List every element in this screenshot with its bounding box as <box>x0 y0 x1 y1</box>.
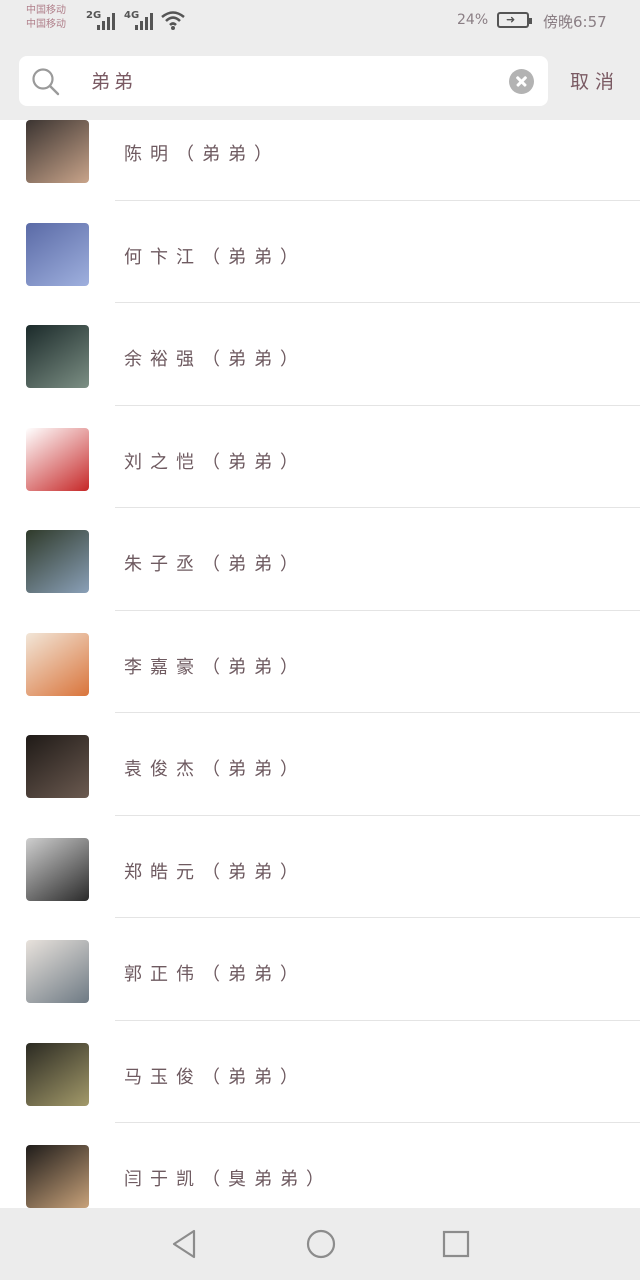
contact-name: 何卞江（弟弟） <box>124 246 306 268</box>
back-triangle-icon[interactable] <box>170 1228 198 1260</box>
contact-row[interactable]: 陈明（弟弟） <box>0 120 640 201</box>
avatar <box>26 632 89 696</box>
carrier-labels: 中国移动 中国移动 <box>26 4 66 32</box>
clock: 傍晚6:57 <box>543 13 607 31</box>
contact-row[interactable]: 刘之恺（弟弟） <box>0 406 640 508</box>
contact-name: 闫于凯（臭弟弟） <box>124 1169 332 1190</box>
avatar <box>26 1042 89 1106</box>
avatar <box>26 427 89 491</box>
avatar <box>26 1145 89 1208</box>
status-bar: 中国移动 中国移动 2G 4G 24% ➜ 傍晚6:57 <box>0 0 640 42</box>
contact-name: 余裕强（弟弟） <box>124 349 306 370</box>
search-icon <box>32 68 60 96</box>
signal-bars-icon <box>135 12 153 30</box>
home-circle-icon[interactable] <box>305 1228 337 1260</box>
carrier-top: 中国移动 <box>26 5 66 16</box>
avatar <box>26 222 89 286</box>
carrier-bottom: 中国移动 <box>26 19 66 30</box>
contact-row[interactable]: 李嘉豪（弟弟） <box>0 611 640 713</box>
avatar <box>26 120 89 183</box>
avatar <box>26 837 89 901</box>
recents-square-icon[interactable] <box>441 1228 471 1260</box>
contact-row[interactable]: 郑皓元（弟弟） <box>0 816 640 918</box>
contact-row[interactable]: 郭正伟（弟弟） <box>0 918 640 1021</box>
avatar <box>26 940 89 1003</box>
signal-bars-icon <box>97 12 115 30</box>
cancel-button[interactable]: 取消 <box>570 67 620 94</box>
contact-name: 袁俊杰（弟弟） <box>124 759 306 780</box>
contact-row[interactable]: 朱子丞（弟弟） <box>0 508 640 611</box>
search-input[interactable]: 弟弟 <box>91 67 137 95</box>
contact-name: 李嘉豪（弟弟） <box>124 656 306 678</box>
contact-results-list[interactable]: 陈明（弟弟） 何卞江（弟弟） 余裕强（弟弟） 刘之恺（弟弟） 朱子丞（弟弟） 李嘉豪（弟弟… <box>0 120 640 1208</box>
contact-row[interactable]: 马玉俊（弟弟） <box>0 1021 640 1123</box>
battery-icon: ➜ <box>497 12 532 28</box>
contact-row[interactable]: 何卞江（弟弟） <box>0 201 640 303</box>
search-header: 弟弟 取消 <box>0 42 640 120</box>
clear-icon[interactable] <box>509 69 534 94</box>
contact-name: 刘之恺（弟弟） <box>124 451 306 473</box>
battery-percent: 24% <box>457 12 489 28</box>
avatar <box>26 325 89 388</box>
wifi-icon <box>161 11 185 30</box>
contact-row[interactable]: 余裕强（弟弟） <box>0 303 640 406</box>
contact-name: 陈明（弟弟） <box>124 144 280 165</box>
system-nav-bar <box>0 1208 640 1280</box>
avatar <box>26 735 89 798</box>
avatar <box>26 530 89 593</box>
contact-name: 朱子丞（弟弟） <box>124 554 306 575</box>
contact-name: 马玉俊（弟弟） <box>124 1066 306 1088</box>
contact-name: 郭正伟（弟弟） <box>124 964 306 985</box>
contact-name: 郑皓元（弟弟） <box>124 861 306 883</box>
search-box[interactable]: 弟弟 <box>19 56 548 106</box>
contact-row[interactable]: 袁俊杰（弟弟） <box>0 713 640 816</box>
contact-row[interactable]: 闫于凯（臭弟弟） <box>0 1123 640 1208</box>
